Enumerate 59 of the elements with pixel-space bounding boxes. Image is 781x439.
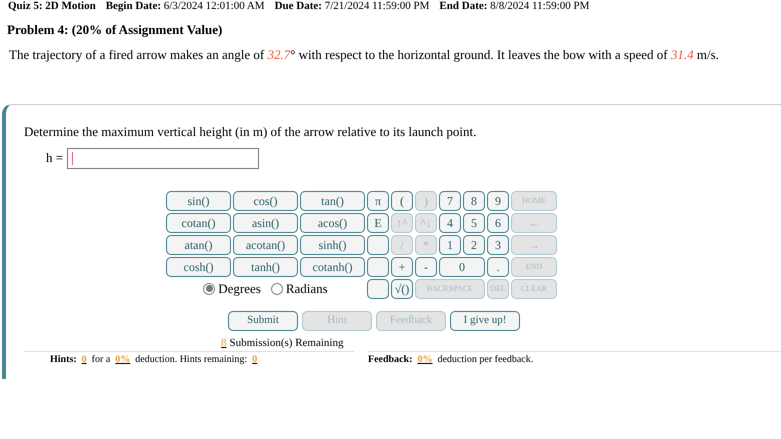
- keypad-key[interactable]: √(): [391, 278, 413, 298]
- action-button[interactable]: I give up!: [450, 310, 520, 330]
- date-text: Due Date: 7/21/2024 11:59:00 PM: [274, 0, 430, 12]
- problem-statement: The trajectory of a fired arrow makes an angle of 32.7° with respect to the horizontal ground. It leaves the bow with a speed of 31.4 m/s.: [8, 46, 720, 64]
- keypad-key[interactable]: 4: [439, 212, 461, 232]
- question-text: Determine the maximum vertical height (in m) of the arrow relative to its launch point.: [24, 123, 478, 141]
- radio-button[interactable]: [203, 282, 216, 294]
- keypad-key[interactable]: 5: [463, 212, 485, 232]
- action-button[interactable]: Submit: [228, 310, 298, 330]
- keypad-key[interactable]: π: [367, 190, 389, 210]
- radio-label: Radians: [286, 280, 328, 298]
- keypad-key[interactable]: tan(): [300, 190, 365, 210]
- keypad-key[interactable]: sinh(): [300, 234, 365, 254]
- blank-key[interactable]: [367, 234, 389, 254]
- value-text: 0%: [114, 353, 132, 367]
- value-text: 0: [251, 353, 258, 367]
- answer-field[interactable]: [67, 148, 260, 168]
- text-cursor: [72, 152, 74, 164]
- keypad-key[interactable]: asin(): [233, 212, 298, 232]
- keypad-key[interactable]: 0: [439, 256, 485, 276]
- keypad-key[interactable]: 3: [487, 234, 509, 254]
- keypad-key[interactable]: 8: [463, 190, 485, 210]
- date-text: End Date: 8/8/2024 11:59:00 PM: [439, 0, 590, 12]
- value-text: 0%: [416, 353, 434, 367]
- radio-label: Degrees: [218, 280, 261, 298]
- keypad-key[interactable]: 9: [487, 190, 509, 210]
- keypad-key[interactable]: 7: [439, 190, 461, 210]
- feedback-label: Feedback:: [368, 353, 412, 367]
- keypad-key[interactable]: .: [487, 256, 509, 276]
- answer-label: h =: [46, 149, 64, 168]
- keypad-key[interactable]: 1: [439, 234, 461, 254]
- keypad-key[interactable]: 2: [463, 234, 485, 254]
- hints-text: deduction. Hints remaining:: [135, 353, 248, 367]
- submission-count: 8: [221, 336, 226, 350]
- keypad-key[interactable]: +: [391, 256, 413, 276]
- keypad-key[interactable]: 6: [487, 212, 509, 232]
- keypad-key[interactable]: acotan(): [233, 234, 298, 254]
- keypad-key[interactable]: cotanh(): [300, 256, 365, 276]
- problem-title: Problem 4: (20% of Assignment Value): [6, 21, 224, 39]
- hints-text: for a: [92, 353, 110, 367]
- keypad-key[interactable]: tanh(): [233, 256, 298, 276]
- keypad-key[interactable]: sin(): [166, 190, 231, 210]
- date-text: Begin Date: 6/3/2024 12:01:00 AM: [106, 0, 265, 12]
- keypad-key[interactable]: (: [391, 190, 413, 210]
- keypad-key[interactable]: atan(): [166, 234, 231, 254]
- keypad-key[interactable]: acos(): [300, 212, 365, 232]
- keypad-key[interactable]: cosh(): [166, 256, 231, 276]
- keypad-key[interactable]: cos(): [233, 190, 298, 210]
- hints-label: Hints:: [50, 353, 77, 367]
- submissions-text: Submission(s) Remaining: [230, 336, 344, 350]
- radio-button[interactable]: [270, 282, 283, 294]
- blank-key[interactable]: [367, 256, 389, 276]
- keypad-key[interactable]: -: [415, 256, 437, 276]
- keypad-key[interactable]: cotan(): [166, 212, 231, 232]
- quiz-title: Quiz 5: 2D Motion: [8, 0, 96, 12]
- keypad-key[interactable]: E: [367, 212, 389, 232]
- feedback-text: deduction per feedback.: [437, 353, 534, 367]
- blank-key[interactable]: [367, 278, 389, 298]
- value-text: 0: [80, 353, 88, 367]
